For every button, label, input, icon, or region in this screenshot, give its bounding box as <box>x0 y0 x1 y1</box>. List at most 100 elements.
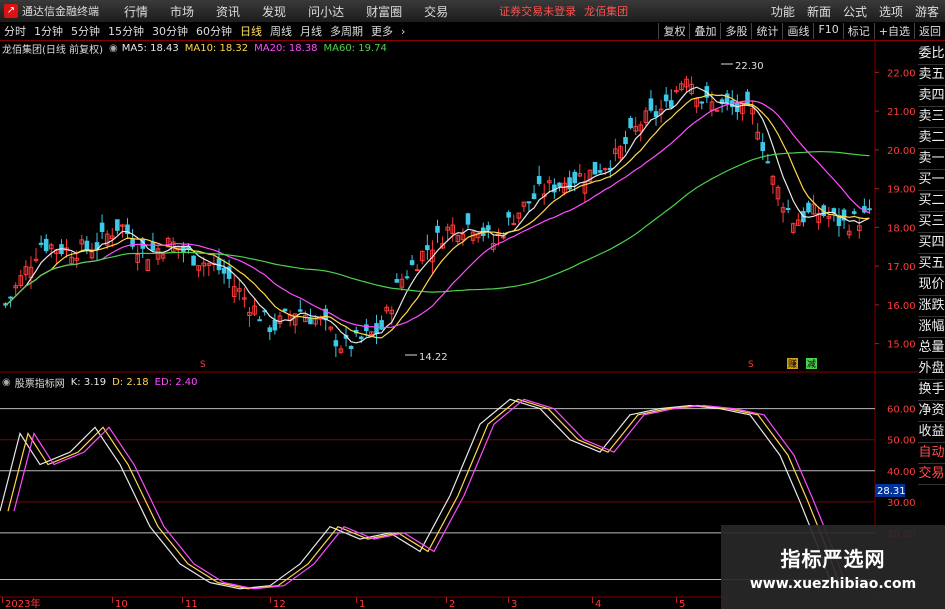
sidebar-item-16[interactable]: 换手 <box>918 380 945 401</box>
candle-body <box>216 258 222 271</box>
x-axis-label: 10 <box>115 599 128 609</box>
price-tick-label: 18.00 <box>887 223 916 234</box>
sidebar-item-15[interactable]: 外盘 <box>918 359 945 380</box>
price-tick-label: 16.00 <box>887 301 916 312</box>
x-axis-label: 1 <box>359 599 365 609</box>
d-value: D: 2.18 <box>112 376 149 388</box>
candle-body <box>84 240 90 250</box>
gear-icon[interactable]: ◉ <box>2 377 11 388</box>
candle-body <box>435 225 440 233</box>
sidebar-item-5[interactable]: 卖一 <box>918 149 945 170</box>
candle-body <box>663 94 669 102</box>
kdj-axis-label: 40.00 <box>887 467 916 478</box>
ma5-line <box>5 86 870 344</box>
price-tick-label: 15.00 <box>887 340 916 351</box>
kdj-current-value: 28.31 <box>877 486 906 497</box>
x-axis-label: 12 <box>273 599 286 609</box>
k-line <box>0 398 831 590</box>
sidebar-item-8[interactable]: 买三 <box>918 212 945 233</box>
x-axis-label: 3 <box>511 599 517 609</box>
candle-body <box>760 142 766 152</box>
k-value: K: 3.19 <box>70 376 107 388</box>
candle-body <box>115 219 120 231</box>
candle-body <box>653 111 659 117</box>
x-axis-label: 2 <box>449 599 455 609</box>
candle-body <box>8 296 13 299</box>
price-info-line: 龙佰集团(日线 前复权) ◉ MA5: 18.43 MA10: 18.32 MA… <box>2 41 387 56</box>
candle-body <box>724 93 730 104</box>
price-tick-label: 19.00 <box>887 185 916 196</box>
sidebar-item-2[interactable]: 卖四 <box>918 86 945 107</box>
price-tick-label: 20.00 <box>887 146 916 157</box>
x-axis-label: 4 <box>595 599 601 609</box>
candle-body <box>308 317 313 325</box>
sidebar-item-18[interactable]: 收益 <box>918 422 945 443</box>
candle-body <box>486 225 491 231</box>
guest-label[interactable]: 游客 <box>915 3 939 20</box>
sidebar-item-3[interactable]: 卖三 <box>918 107 945 128</box>
candle-body <box>364 324 369 332</box>
price-tick-label: 17.00 <box>887 262 916 273</box>
sidebar-item-13[interactable]: 涨幅 <box>918 317 945 338</box>
candle-body <box>409 260 415 265</box>
sidebar-item-6[interactable]: 买一 <box>918 170 945 191</box>
candle-body <box>806 202 811 213</box>
candle-body <box>602 168 608 171</box>
sidebar-item-9[interactable]: 买四 <box>918 233 945 254</box>
candle-body <box>668 100 674 108</box>
kdj-axis-label: 60.00 <box>887 405 916 416</box>
watermark-url: www.xuezhibiao.com <box>749 575 917 592</box>
s-mark: S <box>748 360 754 370</box>
candle-body <box>358 336 364 340</box>
buy-flag: 赚 <box>788 358 797 370</box>
sidebar-item-19[interactable]: 自动 <box>918 443 945 464</box>
sidebar-item-12[interactable]: 涨跌 <box>918 296 945 317</box>
ma10-line <box>5 93 870 339</box>
ed-line <box>13 398 845 590</box>
watermark: 指标严选网 www.xuezhibiao.com <box>721 525 945 609</box>
candle-body <box>298 309 303 312</box>
kdj-axis-label: 30.00 <box>887 498 916 509</box>
candle-body <box>597 170 603 173</box>
sidebar-item-4[interactable]: 卖二 <box>918 128 945 149</box>
sidebar-item-20[interactable]: 交易 <box>918 464 945 485</box>
candle-body <box>557 182 562 187</box>
candle-body <box>531 193 537 200</box>
s-mark: S <box>200 360 206 370</box>
high-annotation: 22.30 <box>735 61 764 72</box>
sidebar-item-0[interactable]: 委比 <box>918 44 945 65</box>
sidebar-item-14[interactable]: 总量 <box>918 338 945 359</box>
stock-title: 龙佰集团(日线 前复权) <box>2 44 103 56</box>
low-annotation: 14.22 <box>419 352 448 363</box>
candle-body <box>648 98 654 111</box>
candle-body <box>150 242 156 251</box>
sidebar-item-1[interactable]: 卖五 <box>918 65 945 86</box>
candle-body <box>572 171 577 184</box>
ma5-label: MA5: 18.43 <box>121 42 179 54</box>
candle-body <box>374 323 379 334</box>
candle-body <box>272 319 278 331</box>
sidebar-item-7[interactable]: 买二 <box>918 191 945 212</box>
x-axis-label: 2023年 <box>5 597 40 609</box>
sidebar-item-11[interactable]: 现价 <box>918 275 945 296</box>
ma10-label: MA10: 18.32 <box>184 42 249 54</box>
candle-body <box>348 346 354 350</box>
candle-body <box>99 222 105 233</box>
candle-body <box>333 340 339 347</box>
candle-body <box>536 176 542 184</box>
candlestick-chart[interactable]: 22.00 21.00 20.00 19.00 18.00 17.00 16.00 15.00… <box>0 0 918 609</box>
back-button[interactable]: 返回 <box>914 23 945 39</box>
candle-body <box>38 242 44 245</box>
x-axis-label: 11 <box>185 599 198 609</box>
sidebar-item-17[interactable]: 净资 <box>918 401 945 422</box>
candle-body <box>221 267 227 274</box>
sidebar-item-10[interactable]: 买五 <box>918 254 945 275</box>
ma60-label: MA60: 19.74 <box>323 42 387 54</box>
d-line <box>7 398 839 590</box>
gear-icon[interactable]: ◉ <box>109 43 118 54</box>
candle-body <box>501 236 506 239</box>
candle-body <box>867 208 872 211</box>
kdj-info-line: ◉ 股票指标网 K: 3.19 D: 2.18 ED: 2.40 <box>2 375 198 390</box>
x-axis-label: 5 <box>679 599 685 609</box>
ed-value: ED: 2.40 <box>154 376 198 388</box>
